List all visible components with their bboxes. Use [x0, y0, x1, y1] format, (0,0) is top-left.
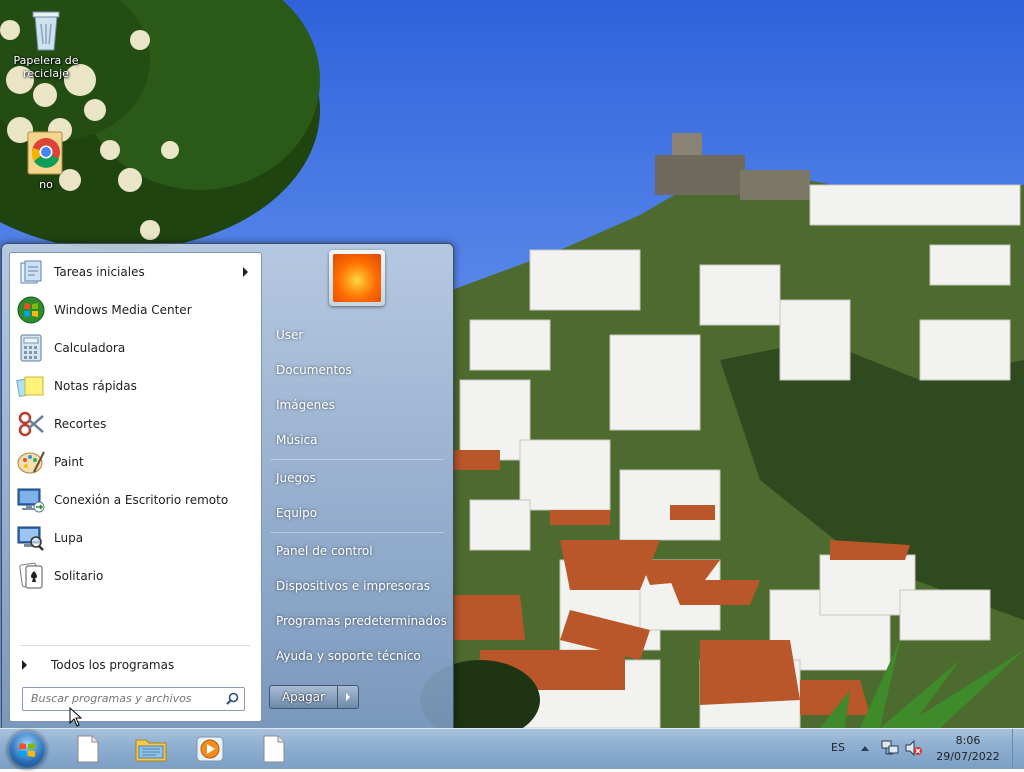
right-item-music[interactable]: Música — [270, 425, 450, 455]
recycle-bin-shortcut[interactable]: Papelera de reciclaje — [8, 8, 84, 80]
magnifier-icon — [17, 526, 44, 551]
submenu-arrow-icon — [243, 267, 248, 277]
right-divider — [270, 459, 444, 460]
right-item-label: Documentos — [276, 363, 352, 377]
show-desktop-button[interactable] — [1012, 729, 1024, 769]
clock[interactable]: 8:06 29/07/2022 — [928, 733, 1008, 765]
windows-logo-icon — [19, 743, 35, 757]
paint-icon — [17, 451, 45, 474]
taskbar-item-document[interactable] — [66, 733, 110, 765]
recycle-bin-icon — [32, 11, 60, 51]
all-programs-label: Todos los programas — [51, 658, 175, 672]
solitaire-icon — [19, 562, 43, 589]
programs-pane: Tareas iniciales Windows Media Center Ca… — [9, 252, 262, 722]
program-label: Lupa — [54, 531, 84, 545]
program-label: Calculadora — [54, 341, 126, 355]
recycle-bin-label: Papelera de reciclaje — [13, 54, 79, 80]
right-item-label: Ayuda y soporte técnico — [276, 649, 421, 663]
clock-date: 29/07/2022 — [936, 750, 1000, 763]
program-label: Paint — [54, 455, 84, 469]
expand-arrow-icon — [22, 660, 27, 670]
right-divider — [270, 532, 444, 533]
program-solitaire[interactable]: Solitario — [14, 559, 254, 593]
right-item-label: Juegos — [276, 471, 316, 485]
program-sticky-notes[interactable]: Notas rápidas — [14, 369, 254, 403]
snipping-tool-icon — [18, 411, 44, 437]
taskbar-item-explorer[interactable] — [129, 733, 173, 765]
right-item-label: Programas predeterminados — [276, 614, 447, 628]
program-calculator[interactable]: Calculadora — [14, 331, 254, 365]
show-hidden-icons-icon[interactable] — [860, 744, 870, 752]
search-icon[interactable] — [226, 692, 239, 705]
program-label: Notas rápidas — [54, 379, 137, 393]
shutdown-control: Apagar — [269, 685, 359, 709]
right-item-label: Dispositivos e impresoras — [276, 579, 430, 593]
media-player-icon — [196, 736, 224, 762]
chrome-shortcut[interactable]: no — [8, 130, 84, 191]
blank-document-icon — [77, 735, 99, 763]
taskbar: ES 8:06 29/07/2022 — [0, 728, 1024, 769]
right-item-pictures[interactable]: Imágenes — [270, 390, 450, 420]
right-item-default-programs[interactable]: Programas predeterminados — [270, 606, 450, 636]
right-item-user[interactable]: User — [270, 320, 450, 350]
program-magnifier[interactable]: Lupa — [14, 521, 254, 555]
program-label: Tareas iniciales — [54, 265, 145, 279]
right-item-label: Equipo — [276, 506, 318, 520]
shutdown-button[interactable]: Apagar — [270, 686, 338, 708]
chrome-icon — [27, 131, 63, 175]
network-icon[interactable] — [881, 740, 899, 756]
right-item-games[interactable]: Juegos — [270, 463, 450, 493]
sticky-notes-icon — [16, 376, 44, 398]
program-remote-desktop[interactable]: Conexión a Escritorio remoto — [14, 483, 254, 517]
program-snipping-tool[interactable]: Recortes — [14, 407, 254, 441]
getting-started-icon — [20, 260, 42, 284]
start-button[interactable] — [8, 731, 46, 769]
programs-divider — [20, 645, 250, 646]
calculator-icon — [20, 334, 42, 362]
program-getting-started[interactable]: Tareas iniciales — [14, 255, 254, 289]
remote-desktop-icon — [17, 488, 45, 513]
taskbar-item-document-2[interactable] — [252, 733, 296, 765]
shutdown-label: Apagar — [281, 690, 326, 704]
right-item-label: Imágenes — [276, 398, 335, 412]
right-item-label: User — [276, 328, 304, 342]
chevron-right-icon — [346, 693, 350, 701]
clock-time: 8:06 — [955, 734, 981, 747]
all-programs-button[interactable]: Todos los programas — [18, 653, 254, 677]
program-label: Solitario — [54, 569, 104, 583]
volume-muted-icon[interactable] — [905, 740, 923, 756]
chrome-shortcut-label: no — [39, 178, 53, 191]
start-menu: Tareas iniciales Windows Media Center Ca… — [1, 243, 454, 730]
shutdown-options-button[interactable] — [338, 686, 358, 708]
search-box[interactable] — [22, 687, 245, 711]
right-item-devices-printers[interactable]: Dispositivos e impresoras — [270, 571, 450, 601]
program-paint[interactable]: Paint — [14, 445, 254, 479]
search-input[interactable] — [29, 691, 219, 706]
right-item-label: Panel de control — [276, 544, 373, 558]
right-item-computer[interactable]: Equipo — [270, 498, 450, 528]
mouse-cursor-icon — [69, 707, 83, 727]
blank-document-icon — [263, 735, 285, 763]
program-media-center[interactable]: Windows Media Center — [14, 293, 254, 327]
taskbar-item-media-player[interactable] — [188, 733, 232, 765]
file-explorer-icon — [135, 739, 167, 762]
program-label: Recortes — [54, 417, 107, 431]
language-indicator[interactable]: ES — [831, 741, 845, 754]
user-picture[interactable] — [329, 250, 385, 306]
flower-avatar-image — [333, 254, 381, 302]
right-item-documents[interactable]: Documentos — [270, 355, 450, 385]
right-item-control-panel[interactable]: Panel de control — [270, 536, 450, 566]
right-item-label: Música — [276, 433, 318, 447]
program-label: Windows Media Center — [54, 303, 192, 317]
program-label: Conexión a Escritorio remoto — [54, 493, 229, 507]
right-item-help-support[interactable]: Ayuda y soporte técnico — [270, 641, 450, 671]
media-center-icon — [17, 296, 45, 324]
